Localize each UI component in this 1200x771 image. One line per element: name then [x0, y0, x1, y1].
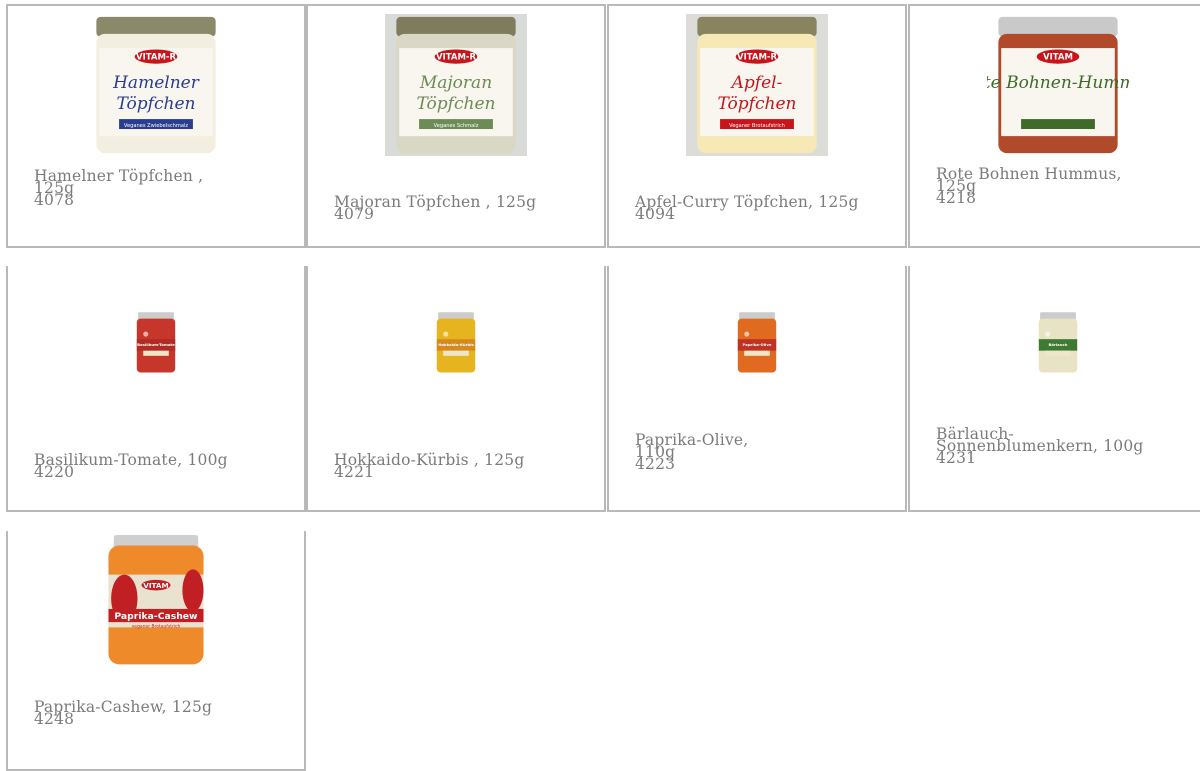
svg-text:Paprika-Olive: Paprika-Olive — [743, 342, 772, 347]
svg-text:VITAM-R: VITAM-R — [436, 52, 476, 62]
product-jar-image[interactable]: Bärlauch — [1026, 304, 1090, 382]
svg-text:Veganes Zwiebelschmalz: Veganes Zwiebelschmalz — [124, 123, 189, 129]
svg-text:VITAM-R: VITAM-R — [737, 52, 777, 62]
product-thumbnail[interactable]: Hokkaido-Kürbis — [424, 304, 488, 382]
product-code: 4078 — [34, 191, 75, 209]
svg-text:Bärlauch: Bärlauch — [1048, 342, 1067, 347]
product-card[interactable]: Paprika-Olive Paprika-Olive, 110g 4223 — [607, 266, 907, 512]
product-thumbnail[interactable]: Basilikum-Tomate — [124, 304, 188, 382]
product-card[interactable]: Hokkaido-Kürbis Hokkaido-Kürbis , 125g 422… — [306, 266, 606, 512]
svg-text:Rote Bohnen-Hummus: Rote Bohnen-Hummus — [987, 73, 1129, 93]
product-jar-image[interactable]: VITAM-R HamelnerTöpfchen Veganes Zwiebelsc… — [85, 14, 227, 156]
svg-text:Töpfchen: Töpfchen — [718, 94, 797, 114]
product-caption[interactable]: Basilikum-Tomate, 100g 4220 — [34, 452, 294, 480]
product-caption[interactable]: Paprika-Cashew, 125g 4248 — [34, 699, 294, 727]
svg-text:Apfel-: Apfel- — [730, 73, 783, 93]
product-caption[interactable]: Paprika-Olive, 110g 4223 — [635, 432, 895, 473]
product-caption[interactable]: Hamelner Töpfchen , 125g 4078 — [34, 168, 294, 209]
svg-text:Majoran: Majoran — [419, 73, 492, 93]
product-code: 4218 — [936, 189, 977, 207]
svg-text:Basilikum-Tomate: Basilikum-Tomate — [137, 342, 175, 347]
product-card[interactable]: VITAM-R Apfel- Töpfchen Veganer Brotaufstri… — [607, 4, 907, 248]
product-caption[interactable]: Rote Bohnen Hummus, 125g 4218 — [936, 166, 1196, 207]
svg-text:Paprika-Cashew: Paprika-Cashew — [114, 611, 198, 622]
svg-text:VITAM: VITAM — [143, 581, 169, 590]
product-card[interactable]: VITAM Rote Bohnen-Hummus Rote Bohnen Hummu… — [908, 4, 1200, 248]
product-thumbnail[interactable]: VITAM-R Hamelner Töpfchen Veganes Zwiebelsc… — [85, 14, 227, 156]
product-card[interactable]: Bärlauch Bärlauch- Sonnenblumenkern, 100g 4… — [908, 266, 1200, 512]
svg-text:VITAM-R: VITAM-R — [136, 52, 176, 62]
product-jar-image[interactable]: VITAM-R Apfel-Töpfchen Veganer Brotaufstri… — [686, 14, 828, 156]
product-caption[interactable]: Apfel-Curry Töpfchen, 125g 4094 — [635, 194, 895, 222]
svg-text:Töpfchen: Töpfchen — [117, 94, 196, 114]
product-jar-image[interactable]: Hokkaido-Kürbis — [424, 304, 488, 382]
svg-text:Veganer Brotaufstrich: Veganer Brotaufstrich — [729, 123, 785, 129]
product-code: 4223 — [635, 455, 676, 473]
product-thumbnail[interactable]: Bärlauch — [1026, 304, 1090, 382]
svg-text:Veganes Schmalz: Veganes Schmalz — [434, 123, 479, 129]
svg-text:VITAM: VITAM — [1043, 52, 1073, 62]
product-card[interactable]: VITAM-R Hamelner Töpfchen Veganes Zwiebelsc… — [6, 4, 306, 248]
svg-text:Hokkaido-Kürbis: Hokkaido-Kürbis — [438, 342, 474, 347]
product-jar-image[interactable]: Paprika-Olive — [725, 304, 789, 382]
product-thumbnail[interactable]: VITAM Rote Bohnen-Hummus — [987, 14, 1129, 156]
product-jar-image[interactable]: Basilikum-Tomate — [124, 304, 188, 382]
product-jar-image[interactable]: VITAM-R MajoranTöpfchen Veganes Schmalz — [385, 14, 527, 156]
product-card[interactable]: Basilikum-Tomate Basilikum-Tomate, 100g 42… — [6, 266, 306, 512]
svg-text:veganer Brotaufstrich: veganer Brotaufstrich — [132, 623, 181, 629]
product-thumbnail[interactable]: Paprika-Olive — [725, 304, 789, 382]
product-card[interactable]: VITAM Paprika-Cashew veganer Brotaufstrich… — [6, 531, 306, 771]
product-thumbnail[interactable]: VITAM-R Majoran Töpfchen Veganes Schmalz — [385, 14, 527, 156]
svg-text:Hamelner: Hamelner — [112, 73, 200, 93]
svg-text:Töpfchen: Töpfchen — [417, 94, 496, 114]
product-caption[interactable]: Bärlauch- Sonnenblumenkern, 100g 4231 — [936, 426, 1196, 466]
product-card[interactable]: VITAM-R Majoran Töpfchen Veganes Schmalz Maj… — [306, 4, 606, 248]
product-caption[interactable]: Hokkaido-Kürbis , 125g 4221 — [334, 452, 594, 480]
product-jar-image[interactable]: VITAM Rote Bohnen-Hummus — [987, 14, 1129, 156]
product-thumbnail[interactable]: VITAM-R Apfel- Töpfchen Veganer Brotaufstri… — [686, 14, 828, 156]
product-caption[interactable]: Majoran Töpfchen , 125g 4079 — [334, 194, 594, 222]
product-jar-image[interactable]: VITAM Paprika-Cashewveganer Brotaufstrich — [90, 535, 222, 667]
product-thumbnail[interactable]: VITAM Paprika-Cashew veganer Brotaufstrich — [90, 535, 222, 667]
